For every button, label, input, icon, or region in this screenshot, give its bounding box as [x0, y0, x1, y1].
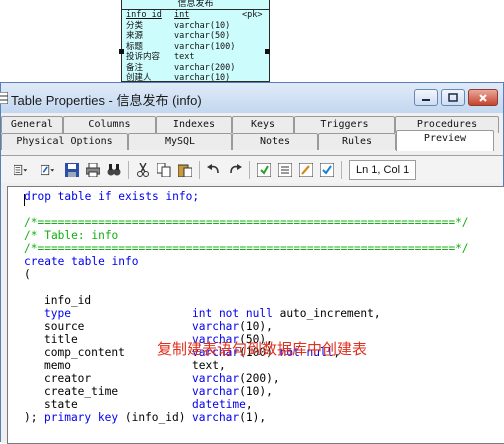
edit-page-button[interactable] — [297, 161, 315, 179]
primary-key-line: primary key (info_id) — [44, 411, 186, 424]
print-button[interactable] — [84, 161, 102, 179]
tab-keys[interactable]: Keys — [232, 116, 294, 133]
tab-triggers[interactable]: Triggers — [294, 116, 395, 133]
cursor-position-status: Ln 1, Col 1 — [349, 159, 417, 180]
run-icon — [257, 162, 271, 177]
close-button[interactable] — [468, 89, 498, 106]
tab-mysql[interactable]: MySQL — [128, 133, 232, 150]
find-button[interactable] — [105, 161, 123, 179]
undo-button[interactable] — [205, 161, 223, 179]
window-content: General Columns Indexes Keys Triggers Pr… — [1, 113, 504, 444]
paste-button[interactable] — [176, 161, 194, 179]
print-icon — [86, 162, 100, 177]
tab-columns[interactable]: Columns — [63, 116, 156, 133]
tab-notes[interactable]: Notes — [232, 133, 318, 150]
table-properties-window: Table Properties - 信息发布 (info) General C… — [0, 82, 504, 444]
tab-indexes[interactable]: Indexes — [156, 116, 232, 133]
toolbar-separator — [199, 160, 200, 179]
tab-general[interactable]: General — [1, 116, 63, 133]
entity-row: 投诉内容 text — [126, 52, 195, 62]
resize-handle-right[interactable] — [265, 49, 270, 54]
entity-row: info_id int <pk> — [126, 10, 263, 20]
tab-preview[interactable]: Preview — [396, 130, 494, 151]
check-button[interactable] — [318, 161, 336, 179]
toolbar-separator — [341, 160, 342, 179]
column-line: create_time datetime, — [44, 385, 253, 411]
sql-preview-editor[interactable]: drop table if exists info; /*===========… — [7, 186, 504, 444]
table-app-icon — [0, 92, 8, 104]
window-title: Table Properties - 信息发布 (info) — [11, 93, 202, 108]
edit-page-icon — [299, 162, 313, 177]
page-button[interactable] — [276, 161, 294, 179]
entity-row: 分类 varchar(10) — [126, 20, 231, 31]
close-icon — [479, 93, 487, 102]
cut-icon — [137, 162, 149, 177]
toolbar-separator — [128, 160, 129, 179]
maximize-icon — [448, 93, 458, 102]
edit-button[interactable] — [36, 161, 60, 179]
undo-icon — [207, 163, 219, 173]
minimize-button[interactable] — [414, 89, 438, 106]
tab-row-2: Physical Options MySQL Notes Rules Previ… — [1, 130, 494, 151]
entity-row: 备注 varchar(200) — [126, 62, 236, 73]
minimize-icon — [422, 98, 430, 101]
redo-icon — [230, 163, 242, 173]
paste-icon — [178, 164, 192, 177]
properties-icon — [14, 164, 28, 175]
sql-line: ); — [24, 411, 38, 424]
sql-line: drop table if exists info; — [24, 190, 200, 203]
copy-button[interactable] — [155, 161, 173, 179]
column-line: type varchar(10), — [44, 307, 273, 333]
sql-comment-line: /*======================================… — [24, 216, 469, 229]
column-line: info_id int not null auto_increment, — [44, 294, 381, 320]
resize-handle-left[interactable] — [119, 49, 124, 54]
properties-button[interactable] — [9, 161, 33, 179]
entity-title: 信息发布 — [122, 0, 269, 10]
cut-button[interactable] — [134, 161, 152, 179]
annotation-caption: 复制建表语句到数据库中创建表 — [157, 340, 368, 358]
preview-toolbar: Ln 1, Col 1 — [1, 155, 503, 183]
copy-icon — [157, 162, 171, 177]
title-bar[interactable]: Table Properties - 信息发布 (info) — [0, 83, 503, 113]
column-line: source varchar(50), — [44, 320, 273, 346]
page-icon — [278, 162, 292, 177]
sql-line: create table info — [24, 255, 139, 268]
tab-physical-options[interactable]: Physical Options — [1, 133, 128, 150]
save-button[interactable] — [63, 161, 81, 179]
check-icon — [320, 162, 334, 177]
sql-comment-line: /*======================================… — [24, 242, 469, 255]
toolbar-separator — [249, 160, 250, 179]
run-button[interactable] — [255, 161, 273, 179]
entity-row: 来源 varchar(50) — [126, 31, 231, 41]
column-line: title varchar(100) not null, — [44, 333, 341, 359]
sql-line: ( — [24, 268, 31, 281]
redo-button[interactable] — [226, 161, 244, 179]
diagram-entity-info[interactable]: 信息发布 info_id int <pk> 分类 varchar(10) 来源 varc… — [121, 0, 270, 83]
tab-rules[interactable]: Rules — [318, 133, 396, 150]
entity-row: 标题 varchar(100) — [126, 41, 236, 52]
sql-comment-line: /* Table: info — [24, 229, 119, 242]
save-icon — [65, 162, 79, 177]
find-icon — [107, 163, 121, 175]
maximize-button[interactable] — [441, 89, 465, 106]
edit-icon — [41, 164, 55, 175]
column-line: state varchar(1), — [44, 398, 267, 424]
column-line: creator varchar(10), — [44, 372, 273, 398]
